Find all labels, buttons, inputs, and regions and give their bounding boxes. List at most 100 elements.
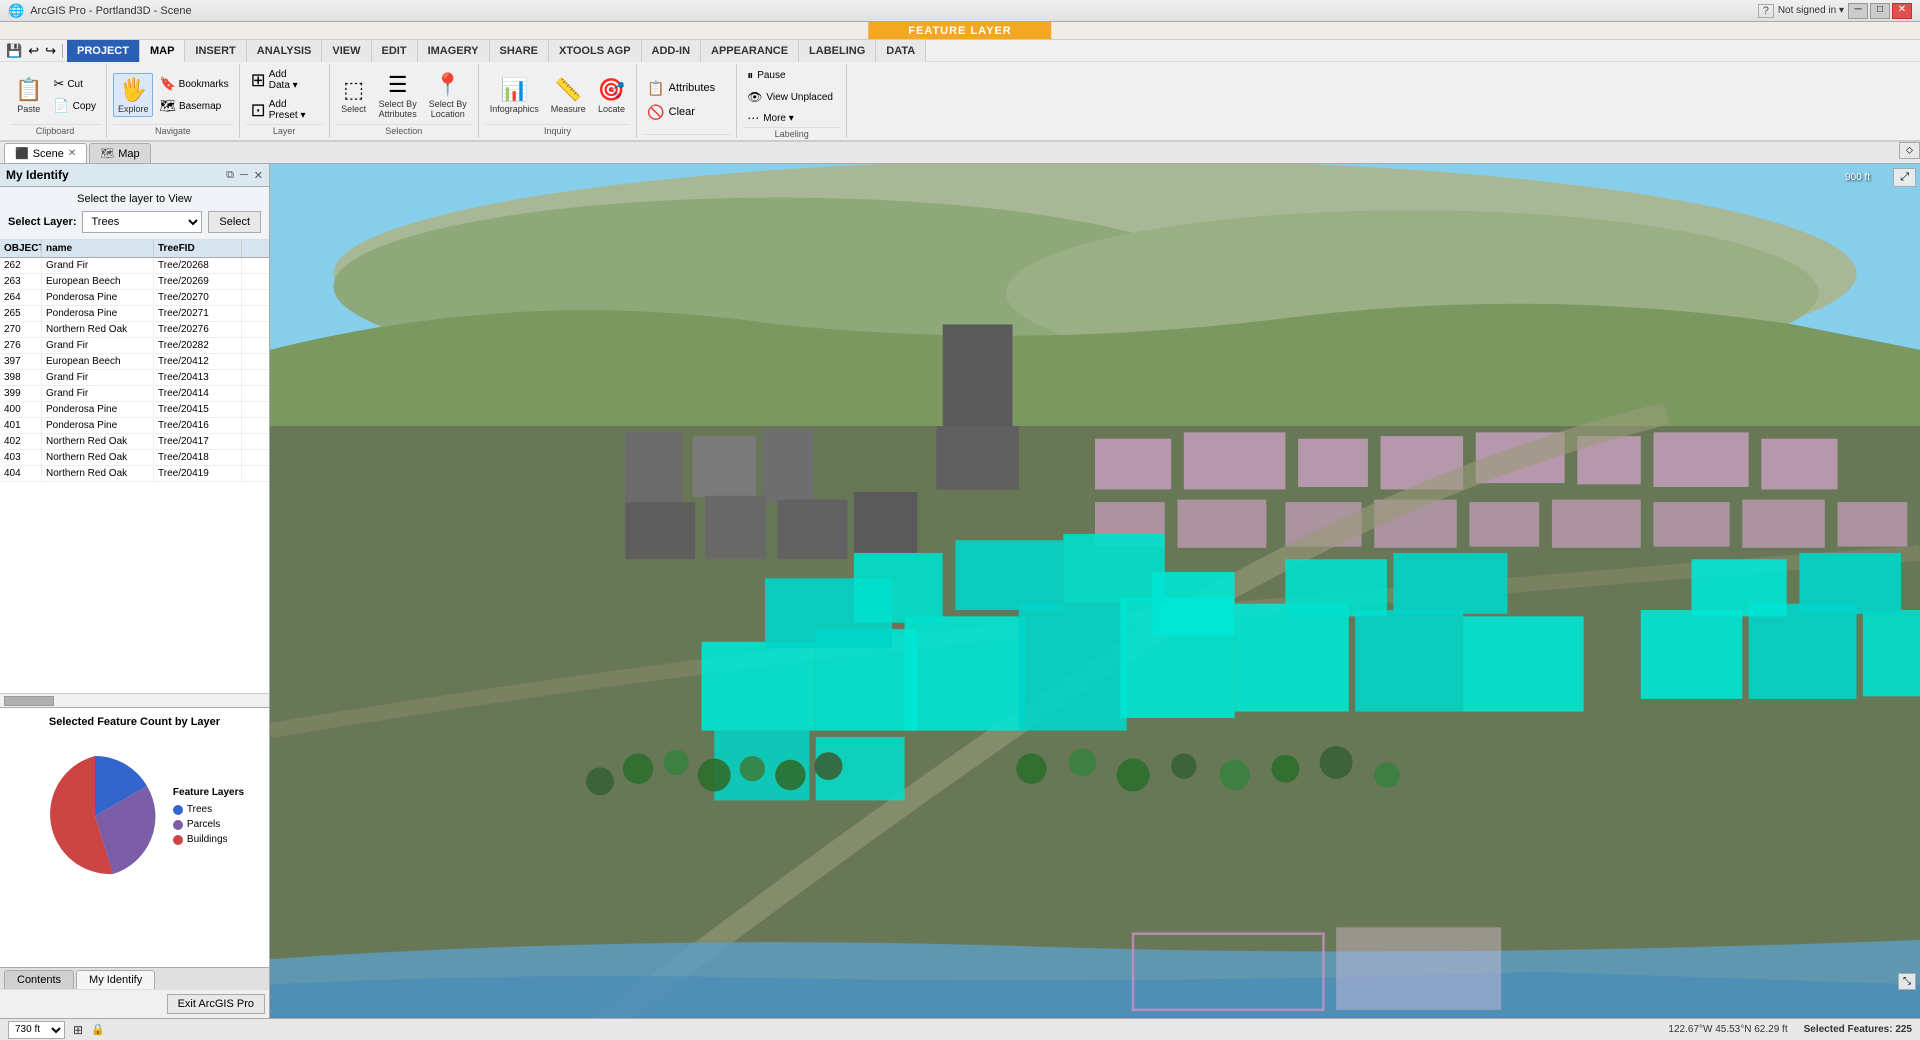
status-bar: 730 ft 1000 ft 0.5 mi ⊞ 🔒 122.67°W 45.53… (0, 1018, 1920, 1040)
table-row[interactable]: 404 Northern Red Oak Tree/20419 (0, 466, 269, 482)
bookmarks-button[interactable]: 🔖Bookmarks (155, 74, 232, 94)
ribbon: 📋 Paste ✂Cut 📄Copy Clipboard 🖐 Explore (0, 62, 1920, 142)
cut-button[interactable]: ✂Cut (49, 74, 100, 94)
chart-panel: Selected Feature Count by Layer Feature … (0, 707, 269, 967)
scene-tab-close[interactable]: ✕ (68, 148, 76, 159)
paste-button[interactable]: 📋 Paste (10, 73, 47, 117)
layer-dropdown[interactable]: Trees Parcels Buildings (82, 211, 202, 233)
tab-xtools[interactable]: XTOOLS AGP (549, 40, 642, 62)
map-tab[interactable]: 🗺 Map (89, 143, 150, 163)
table-row[interactable]: 264 Ponderosa Pine Tree/20270 (0, 290, 269, 306)
table-row[interactable]: 397 European Beech Tree/20412 (0, 354, 269, 370)
cell-treefid: Tree/20412 (154, 354, 242, 369)
table-row[interactable]: 263 European Beech Tree/20269 (0, 274, 269, 290)
measure-button[interactable]: 📏 Measure (546, 73, 591, 117)
tab-project[interactable]: PROJECT (67, 40, 139, 62)
basemap-button[interactable]: 🗺Basemap (155, 96, 232, 116)
minimize-btn[interactable]: ─ (1848, 3, 1868, 19)
cell-oid: 397 (0, 354, 42, 369)
panel-float-btn[interactable]: ⧉ (226, 169, 234, 182)
tab-insert[interactable]: INSERT (185, 40, 246, 62)
coordinates-display: 122.67°W 45.53°N 62.29 ft (1668, 1024, 1787, 1035)
map-navigation-btn[interactable]: ⤡ (1898, 973, 1916, 990)
app-title: ArcGIS Pro - Portland3D - Scene (30, 5, 191, 17)
locate-button[interactable]: 🎯 Locate (593, 73, 630, 117)
redo-icon[interactable]: ↪ (43, 43, 58, 59)
cell-oid: 270 (0, 322, 42, 337)
attributes-button[interactable]: 📋 Attributes (643, 78, 730, 99)
infographics-button[interactable]: 📊 Infographics (485, 73, 544, 117)
table-rows: 262 Grand Fir Tree/20268 263 European Be… (0, 258, 269, 693)
copy-button[interactable]: 📄Copy (49, 96, 100, 116)
table-row[interactable]: 402 Northern Red Oak Tree/20417 (0, 434, 269, 450)
contents-tab[interactable]: Contents (4, 970, 74, 989)
table-row[interactable]: 270 Northern Red Oak Tree/20276 (0, 322, 269, 338)
layer-label: Select Layer: (8, 216, 76, 228)
select-layer-btn[interactable]: Select (208, 211, 261, 233)
select-button[interactable]: ⬚ Select (336, 73, 372, 117)
table-row[interactable]: 262 Grand Fir Tree/20268 (0, 258, 269, 274)
cell-treefid: Tree/20282 (154, 338, 242, 353)
tab-view[interactable]: VIEW (322, 40, 371, 62)
quick-access-toolbar: 💾 ↩ ↪ PROJECT MAP INSERT ANALYSIS VIEW E… (0, 40, 1920, 62)
table-row[interactable]: 265 Ponderosa Pine Tree/20271 (0, 306, 269, 322)
tab-labeling[interactable]: LABELING (799, 40, 876, 62)
my-identify-tab[interactable]: My Identify (76, 970, 155, 989)
cell-treefid: Tree/20276 (154, 322, 242, 337)
exit-arcgis-pro-btn[interactable]: Exit ArcGIS Pro (167, 994, 265, 1014)
close-btn[interactable]: ✕ (1892, 3, 1912, 19)
feature-layer-header: FEATURE LAYER (0, 22, 1920, 40)
map-viewport[interactable]: ⤢ ⤡ 900 ft (270, 164, 1920, 1018)
map-tab-label: Map (118, 148, 139, 160)
panel-close-btn[interactable]: ✕ (254, 169, 263, 182)
ribbon-group-label-controls: ⏸Pause 👁View Unplaced ⋯More ▾ Labeling (737, 64, 847, 138)
tab-edit[interactable]: EDIT (372, 40, 418, 62)
ribbon-group-clipboard: 📋 Paste ✂Cut 📄Copy Clipboard (4, 64, 107, 138)
not-signed-in[interactable]: Not signed in ▾ (1778, 5, 1844, 16)
table-row[interactable]: 400 Ponderosa Pine Tree/20415 (0, 402, 269, 418)
select-by-location-button[interactable]: 📍 Select ByLocation (424, 68, 472, 122)
table-row[interactable]: 398 Grand Fir Tree/20413 (0, 370, 269, 386)
select-by-attributes-button[interactable]: ☰ Select ByAttributes (374, 68, 422, 122)
scene-tab[interactable]: ⬛ Scene ✕ (4, 143, 87, 163)
tab-imagery[interactable]: IMAGERY (418, 40, 490, 62)
explore-button[interactable]: 🖐 Explore (113, 73, 154, 117)
save-icon[interactable]: 💾 (4, 43, 24, 59)
tab-expand-btn[interactable]: ⬦ (1899, 142, 1920, 159)
map-tab-icon: 🗺 (100, 147, 114, 160)
map-expand-btn[interactable]: ⤢ (1893, 168, 1916, 187)
table-row[interactable]: 403 Northern Red Oak Tree/20418 (0, 450, 269, 466)
ribbon-group-labeling: 📋 Attributes 🚫 Clear (637, 64, 737, 138)
panel-minimize-btn[interactable]: ─ (240, 169, 248, 182)
table-hscroll[interactable] (0, 693, 269, 707)
add-data-button[interactable]: ⊞AddData ▾ (246, 66, 311, 94)
maximize-btn[interactable]: □ (1870, 3, 1890, 19)
pause-button[interactable]: ⏸Pause (743, 66, 840, 85)
scale-tools[interactable]: ⊞ (73, 1023, 83, 1037)
tab-data[interactable]: DATA (876, 40, 926, 62)
legend-item-parcels: Parcels (173, 819, 244, 830)
table-row[interactable]: 276 Grand Fir Tree/20282 (0, 338, 269, 354)
more-button[interactable]: ⋯More ▾ (743, 109, 840, 127)
tab-analysis[interactable]: ANALYSIS (247, 40, 323, 62)
add-preset-button[interactable]: ⊡AddPreset ▾ (246, 96, 311, 124)
table-header: OBJECTID name TreeFID (0, 240, 269, 258)
cell-oid: 264 (0, 290, 42, 305)
scale-select[interactable]: 730 ft 1000 ft 0.5 mi (8, 1021, 65, 1039)
tab-appearance[interactable]: APPEARANCE (701, 40, 799, 62)
clear-button[interactable]: 🚫 Clear (643, 102, 730, 123)
tab-map[interactable]: MAP (139, 40, 185, 62)
undo-icon[interactable]: ↩ (26, 43, 41, 59)
tab-addin[interactable]: ADD-IN (642, 40, 702, 62)
table-row[interactable]: 401 Ponderosa Pine Tree/20416 (0, 418, 269, 434)
help-btn[interactable]: ? (1758, 4, 1774, 18)
tab-share[interactable]: SHARE (490, 40, 550, 62)
cell-treefid: Tree/20413 (154, 370, 242, 385)
cell-oid: 398 (0, 370, 42, 385)
cell-oid: 403 (0, 450, 42, 465)
bottom-tabs: Contents My Identify (0, 967, 269, 989)
scale-lock[interactable]: 🔒 (91, 1023, 105, 1036)
cell-oid: 402 (0, 434, 42, 449)
view-unplaced-button[interactable]: 👁View Unplaced (743, 88, 840, 106)
table-row[interactable]: 399 Grand Fir Tree/20414 (0, 386, 269, 402)
